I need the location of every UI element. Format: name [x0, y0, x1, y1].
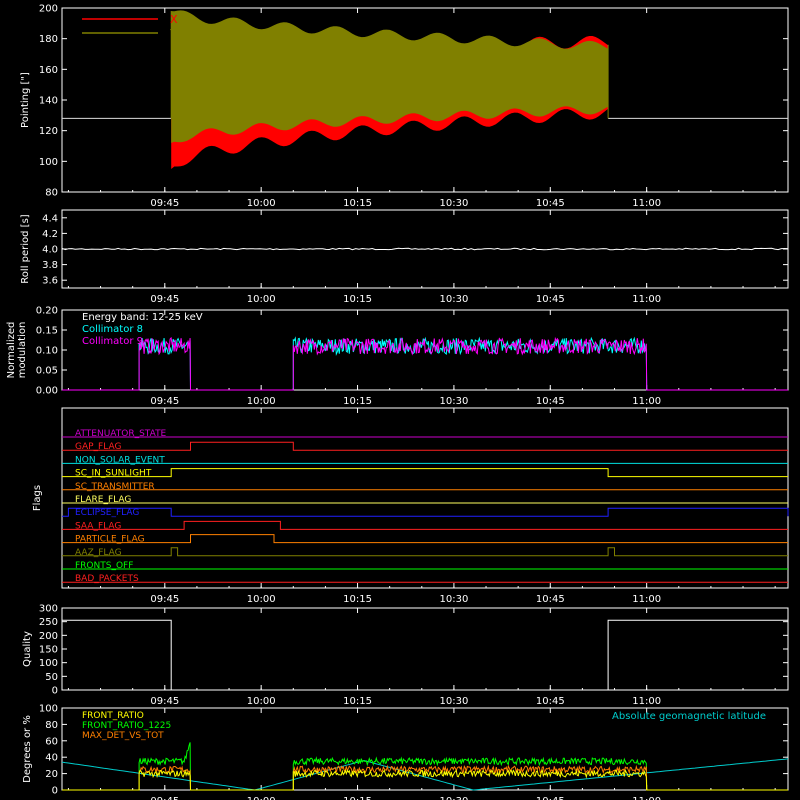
x-tick-label: 11:00 [632, 696, 661, 707]
roll-y-tick-label: 4.4 [42, 213, 58, 224]
modulation-series-collimator-9 [62, 336, 788, 391]
flags-ylabel: Flags [32, 485, 43, 511]
modulation-legend-2: Collimator 9 [82, 336, 143, 347]
pointing-y-tick-label: 100 [39, 157, 58, 168]
x-tick-label: 10:00 [247, 696, 276, 707]
roll-y-tick-label: 3.8 [42, 260, 58, 271]
quality-y-tick-label: 300 [39, 604, 58, 615]
geomag-right-label: Absolute geomagnetic latitude [612, 711, 766, 722]
x-tick-label: 11:00 [632, 594, 661, 605]
modulation-ylabel-1: Normalized [6, 322, 17, 379]
geomag-series-front-ratio [62, 768, 788, 791]
legend-label-x: X [170, 13, 178, 26]
geomag-y-tick-label: 100 [39, 704, 58, 715]
x-tick-label: 10:30 [439, 294, 468, 305]
x-tick-label: 10:00 [247, 594, 276, 605]
x-tick-label: 10:30 [439, 796, 468, 800]
modulation-ylabel-2: modulation [17, 322, 28, 379]
flag-line-eclipse-flag [62, 507, 789, 517]
x-tick-label: 10:15 [343, 396, 372, 407]
x-tick-label: 10:45 [536, 294, 565, 305]
quality-ylabel: Quality [22, 631, 33, 667]
quality-y-tick-label: 250 [39, 617, 58, 628]
geomag-ylabel: Degrees or % [22, 715, 33, 783]
x-tick-label: 11:00 [632, 294, 661, 305]
roll-period-line [61, 247, 789, 251]
modulation-y-tick-label: 0.20 [36, 306, 58, 317]
x-tick-label: 09:45 [150, 294, 179, 305]
quality-y-tick-label: 150 [39, 645, 58, 656]
x-tick-label: 10:45 [536, 796, 565, 800]
geomag-y-tick-label: 20 [45, 769, 58, 780]
x-tick-label: 10:00 [247, 796, 276, 800]
legend-label-y: Y [169, 27, 177, 40]
x-tick-label: 10:45 [536, 594, 565, 605]
x-tick-label: 09:45 [150, 396, 179, 407]
pointing-ylabel: Pointing ["] [20, 72, 31, 128]
geomag-legend-0: FRONT_RATIO [82, 711, 144, 721]
flag-line-particle-flag [62, 534, 788, 544]
geomag-y-tick-label: 80 [45, 720, 58, 731]
modulation-y-tick-label: 0.05 [36, 366, 58, 377]
geomag-legend-1: FRONT_RATIO_1225 [82, 721, 171, 731]
pointing-y-tick-label: 120 [39, 126, 58, 137]
flags-frame [61, 407, 789, 589]
x-tick-label: 10:30 [439, 696, 468, 707]
chart-canvas: 09:45 10:00 10:15 10:30 10:45 11:00 80 100 120 14… [6, 4, 789, 800]
x-tick-label: 10:15 [343, 198, 372, 209]
geomag-y-tick-label: 40 [45, 753, 58, 764]
x-tick-label: 10:15 [343, 696, 372, 707]
quality-y-tick-label: 0 [52, 686, 58, 697]
pointing-band-y [171, 10, 609, 143]
x-tick-label: 10:15 [343, 796, 372, 800]
x-tick-label: 09:45 [150, 696, 179, 707]
pointing-y-tick-label: 140 [39, 96, 58, 107]
x-tick-label: 10:15 [343, 294, 372, 305]
x-tick-label: 10:45 [536, 696, 565, 707]
x-tick-label: 10:00 [247, 198, 276, 209]
x-tick-label: 09:45 [150, 594, 179, 605]
x-tick-label: 10:45 [536, 198, 565, 209]
flag-label-eclipse-flag: ECLIPSE_FLAG [75, 508, 139, 518]
geomag-series-front-ratio-1225 [62, 742, 788, 791]
x-tick-label: 10:45 [536, 396, 565, 407]
quality-line [62, 619, 788, 691]
geomag-legend-2: MAX_DET_VS_TOT [82, 731, 164, 741]
pointing-y-tick-label: 180 [39, 34, 58, 45]
x-tick-label: 10:00 [247, 396, 276, 407]
quality-y-tick-label: 200 [39, 631, 58, 642]
modulation-y-tick-label: 0.15 [36, 326, 58, 337]
modulation-legend-0: Energy band: 12-25 keV [82, 312, 203, 323]
modulation-legend-1: Collimator 8 [82, 324, 143, 335]
pointing-y-tick-label: 80 [45, 188, 58, 199]
roll-ylabel: Roll period [s] [20, 214, 31, 283]
modulation-y-tick-label: 0.10 [36, 346, 58, 357]
x-tick-label: 09:45 [150, 198, 179, 209]
x-tick-label: 11:00 [632, 198, 661, 209]
quality-y-tick-label: 100 [39, 658, 58, 669]
modulation-y-tick-label: 0.00 [36, 386, 58, 397]
x-tick-label: 11:00 [632, 796, 661, 800]
x-tick-label: 09:45 [150, 796, 179, 800]
x-tick-label: 10:30 [439, 396, 468, 407]
x-tick-label: 10:00 [247, 294, 276, 305]
pointing-y-tick-label: 160 [39, 65, 58, 76]
x-tick-label: 10:30 [439, 594, 468, 605]
roll-y-tick-label: 4.2 [42, 229, 58, 240]
roll-y-tick-label: 4.0 [42, 245, 58, 256]
geomag-y-tick-label: 0 [52, 786, 58, 797]
flag-line-gap-flag [62, 441, 788, 451]
flag-line-aaz-flag [62, 547, 788, 557]
x-tick-label: 11:00 [632, 396, 661, 407]
quality-y-tick-label: 50 [45, 672, 58, 683]
x-tick-label: 10:15 [343, 594, 372, 605]
flag-line-saa-flag [62, 520, 788, 530]
geomag-y-tick-label: 60 [45, 736, 58, 747]
pointing-y-tick-label: 200 [39, 4, 58, 15]
roll-y-tick-label: 3.6 [42, 276, 58, 287]
flag-line-sc-in-sunlight [62, 468, 788, 478]
x-tick-label: 10:30 [439, 198, 468, 209]
